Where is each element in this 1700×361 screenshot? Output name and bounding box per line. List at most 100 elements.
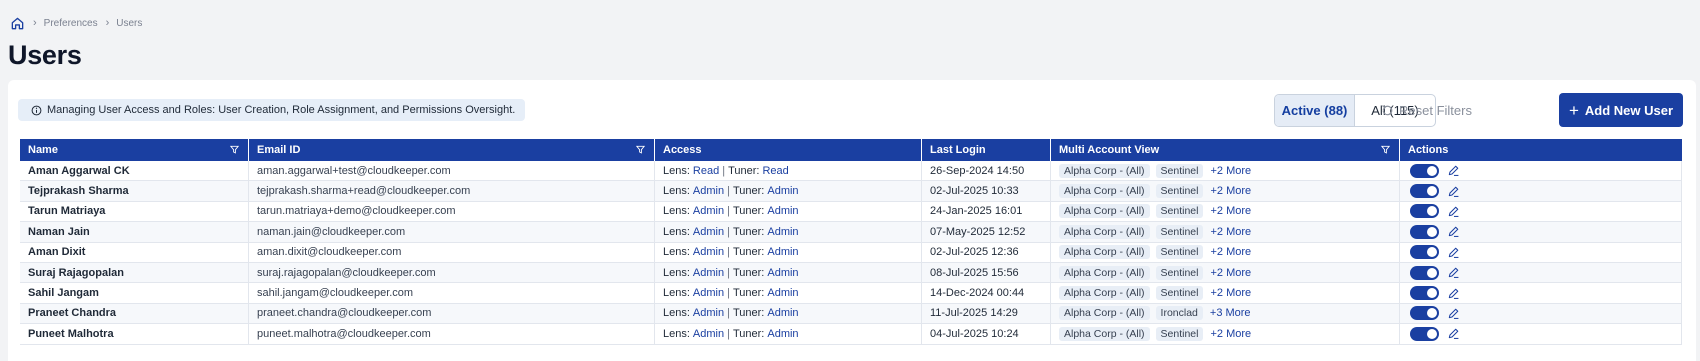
add-new-user-button[interactable]: + Add New User xyxy=(1559,93,1683,127)
user-multi-account-view: Alpha Corp - (All) Sentinel +2 More xyxy=(1051,242,1400,262)
filter-icon[interactable] xyxy=(636,145,645,154)
more-accounts-link[interactable]: +2 More xyxy=(1210,287,1251,299)
more-accounts-link[interactable]: +2 More xyxy=(1210,246,1251,258)
user-status-toggle[interactable] xyxy=(1410,245,1439,260)
table-body: Aman Aggarwal CK aman.aggarwal+test@clou… xyxy=(20,161,1682,345)
user-last-login: 14-Dec-2024 00:44 xyxy=(922,283,1051,303)
user-access: Lens: Admin | Tuner: Admin xyxy=(655,303,922,324)
user-multi-account-view: Alpha Corp - (All) Sentinel +2 More xyxy=(1051,181,1400,201)
more-accounts-link[interactable]: +3 More xyxy=(1210,307,1251,319)
user-email: aman.aggarwal+test@cloudkeeper.com xyxy=(249,161,655,181)
user-access: Lens: Admin | Tuner: Admin xyxy=(655,262,922,283)
tuner-label: Tuner: xyxy=(732,307,765,320)
lens-label: Lens: xyxy=(663,225,690,238)
edit-icon[interactable] xyxy=(1447,246,1460,259)
user-actions xyxy=(1400,262,1682,283)
more-accounts-link[interactable]: +2 More xyxy=(1210,165,1251,177)
tuner-role: Admin xyxy=(767,327,799,340)
column-header-actions: Actions xyxy=(1400,139,1682,161)
user-access: Lens: Admin | Tuner: Admin xyxy=(655,201,922,222)
edit-icon[interactable] xyxy=(1447,185,1460,198)
tuner-role: Admin xyxy=(767,287,799,300)
column-header-multi-account-view[interactable]: Multi Account View xyxy=(1051,139,1400,161)
users-table: Name Email ID Access Last Login Multi Ac… xyxy=(20,139,1682,345)
user-status-toggle[interactable] xyxy=(1410,306,1439,321)
user-status-toggle[interactable] xyxy=(1410,326,1439,341)
edit-icon[interactable] xyxy=(1447,205,1460,218)
toggle-knob xyxy=(1427,267,1437,278)
info-icon xyxy=(31,105,42,115)
account-tag: Sentinel xyxy=(1155,245,1204,260)
tuner-role: Read xyxy=(762,164,789,177)
toggle-knob xyxy=(1427,288,1437,299)
user-email: suraj.rajagopalan@cloudkeeper.com xyxy=(249,262,655,283)
user-name: Sahil Jangam xyxy=(20,283,249,303)
plus-icon: + xyxy=(1568,100,1579,120)
edit-icon[interactable] xyxy=(1447,266,1460,279)
account-tag: Alpha Corp - (All) xyxy=(1059,306,1150,321)
column-header-email[interactable]: Email ID xyxy=(249,139,655,161)
access-separator: | xyxy=(727,307,730,320)
reset-filters-button[interactable]: Reset Filters xyxy=(1380,94,1472,127)
filter-icon[interactable] xyxy=(230,145,239,154)
table-row: Suraj Rajagopalan suraj.rajagopalan@clou… xyxy=(20,262,1682,284)
lens-role: Admin xyxy=(692,225,725,238)
user-multi-account-view: Alpha Corp - (All) Sentinel +2 More xyxy=(1051,283,1400,303)
user-access: Lens: Admin | Tuner: Admin xyxy=(655,283,922,303)
account-tag: Alpha Corp - (All) xyxy=(1059,204,1150,219)
more-accounts-link[interactable]: +2 More xyxy=(1210,226,1251,238)
breadcrumb-item-users: Users xyxy=(116,17,143,29)
user-status-toggle[interactable] xyxy=(1410,163,1439,178)
table-row: Naman Jain naman.jain@cloudkeeper.com Le… xyxy=(20,222,1682,243)
lens-role: Admin xyxy=(692,185,725,198)
user-status-toggle[interactable] xyxy=(1410,204,1439,219)
user-name: Aman Dixit xyxy=(20,242,249,262)
user-actions xyxy=(1400,242,1682,262)
user-name: Puneet Malhotra xyxy=(20,324,249,344)
account-tag: Sentinel xyxy=(1155,224,1204,239)
filter-active-button[interactable]: Active (88) xyxy=(1275,95,1355,126)
user-multi-account-view: Alpha Corp - (All) Sentinel +2 More xyxy=(1051,222,1400,242)
user-status-toggle[interactable] xyxy=(1410,224,1439,239)
toggle-knob xyxy=(1427,165,1437,176)
user-email: tarun.matriaya+demo@cloudkeeper.com xyxy=(249,201,655,222)
tuner-role: Admin xyxy=(767,307,799,320)
account-tag: Alpha Corp - (All) xyxy=(1059,265,1150,280)
home-icon[interactable] xyxy=(10,16,25,31)
edit-icon[interactable] xyxy=(1447,327,1460,340)
user-status-toggle[interactable] xyxy=(1410,265,1439,280)
account-tag: Sentinel xyxy=(1155,204,1204,219)
info-banner-text: Managing User Access and Roles: User Cre… xyxy=(47,104,516,116)
access-separator: | xyxy=(727,246,730,259)
more-accounts-link[interactable]: +2 More xyxy=(1210,267,1251,279)
account-tag: Sentinel xyxy=(1155,265,1204,280)
user-last-login: 02-Jul-2025 12:36 xyxy=(922,242,1051,262)
table-row: Praneet Chandra praneet.chandra@cloudkee… xyxy=(20,303,1682,325)
more-accounts-link[interactable]: +2 More xyxy=(1210,205,1251,217)
tuner-label: Tuner: xyxy=(732,287,765,300)
filter-icon[interactable] xyxy=(1381,145,1390,154)
lens-label: Lens: xyxy=(663,246,690,259)
breadcrumb-item-preferences[interactable]: Preferences xyxy=(44,18,98,29)
edit-icon[interactable] xyxy=(1447,307,1460,320)
tuner-role: Admin xyxy=(767,246,799,259)
user-status-toggle[interactable] xyxy=(1410,286,1439,301)
toggle-knob xyxy=(1427,247,1437,258)
more-accounts-link[interactable]: +2 More xyxy=(1210,185,1251,197)
edit-icon[interactable] xyxy=(1447,164,1460,177)
user-last-login: 24-Jan-2025 16:01 xyxy=(922,201,1051,222)
account-tag: Sentinel xyxy=(1155,286,1204,301)
user-actions xyxy=(1400,161,1682,181)
user-status-toggle[interactable] xyxy=(1410,184,1439,199)
edit-icon[interactable] xyxy=(1447,287,1460,300)
edit-icon[interactable] xyxy=(1447,225,1460,238)
account-tag: Alpha Corp - (All) xyxy=(1059,245,1150,260)
users-card: Managing User Access and Roles: User Cre… xyxy=(8,80,1696,361)
user-name: Suraj Rajagopalan xyxy=(20,262,249,283)
more-accounts-link[interactable]: +2 More xyxy=(1210,328,1251,340)
column-header-access: Access xyxy=(655,139,922,161)
lens-role: Admin xyxy=(692,246,725,259)
lens-role: Admin xyxy=(692,287,725,300)
column-header-label: Last Login xyxy=(930,144,986,156)
column-header-name[interactable]: Name xyxy=(20,139,249,161)
